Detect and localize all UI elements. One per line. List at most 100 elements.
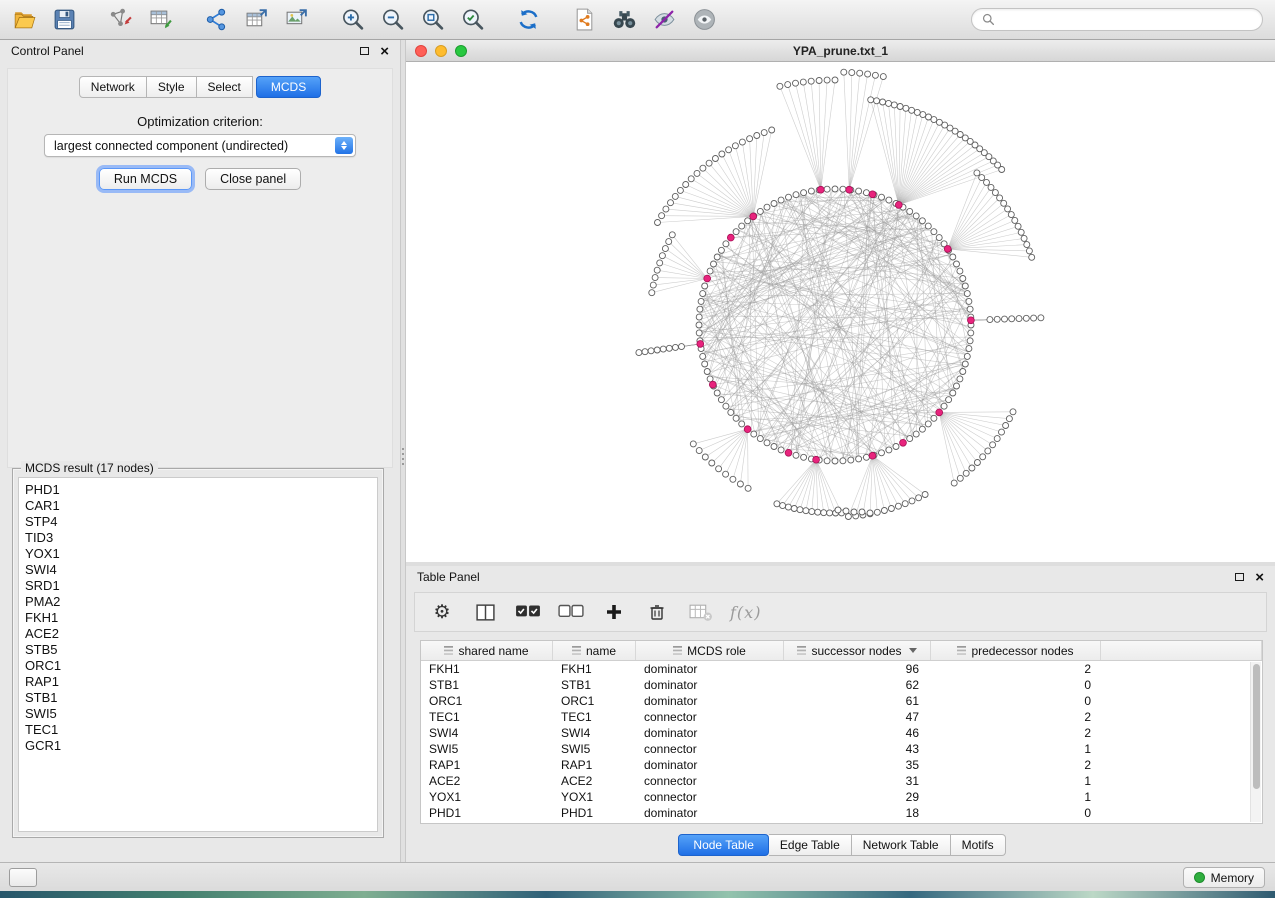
close-panel-icon[interactable]: × (380, 44, 389, 59)
table-row[interactable]: YOX1YOX1connector291 (421, 789, 1262, 805)
zoom-fit-button[interactable] (416, 4, 448, 36)
search-field[interactable] (971, 8, 1263, 31)
table-row[interactable]: STB1STB1dominator620 (421, 677, 1262, 693)
tab-node-table[interactable]: Node Table (678, 834, 769, 856)
column-header-shared-name[interactable]: shared name (421, 641, 553, 660)
run-mcds-button[interactable]: Run MCDS (99, 168, 192, 190)
zoom-selected-button[interactable] (456, 4, 488, 36)
table-scrollbar[interactable] (1250, 662, 1261, 822)
cell: ORC1 (553, 693, 636, 709)
network-canvas[interactable] (406, 62, 1275, 562)
column-header-name[interactable]: name (553, 641, 636, 660)
mcds-result-item[interactable]: SRD1 (25, 578, 371, 594)
tab-network-table[interactable]: Network Table (852, 834, 951, 856)
deselect-all-button[interactable] (558, 600, 584, 624)
mcds-result-item[interactable]: FKH1 (25, 610, 371, 626)
tab-network[interactable]: Network (79, 76, 147, 98)
scrollbar-thumb[interactable] (1253, 664, 1260, 789)
network-titlebar[interactable]: YPA_prune.txt_1 (406, 40, 1275, 62)
export-image-icon (284, 7, 309, 32)
export-image-button[interactable] (280, 4, 312, 36)
mcds-result-item[interactable]: YOX1 (25, 546, 371, 562)
table-row[interactable]: SWI4SWI4dominator462 (421, 725, 1262, 741)
column-header-successor-nodes[interactable]: successor nodes (784, 641, 931, 660)
tab-edge-table[interactable]: Edge Table (769, 834, 852, 856)
tab-select[interactable]: Select (197, 76, 253, 98)
cell-filler (1101, 773, 1262, 789)
share-document-button[interactable] (568, 4, 600, 36)
open-session-button[interactable] (8, 4, 40, 36)
minimize-window-icon[interactable] (435, 45, 447, 57)
cell: dominator (636, 661, 784, 677)
table-row[interactable]: FKH1FKH1dominator962 (421, 661, 1262, 677)
network-graph (406, 62, 1275, 562)
tab-motifs[interactable]: Motifs (951, 834, 1006, 856)
import-table-button[interactable] (144, 4, 176, 36)
add-column-button[interactable] (601, 600, 627, 624)
close-window-icon[interactable] (415, 45, 427, 57)
table-row[interactable]: SWI5SWI5connector431 (421, 741, 1262, 757)
mcds-result-item[interactable]: PMA2 (25, 594, 371, 610)
cell: TEC1 (553, 709, 636, 725)
zoom-selected-icon (460, 7, 485, 32)
memory-label: Memory (1211, 871, 1254, 885)
search-input[interactable] (1001, 13, 1252, 27)
zoom-out-button[interactable] (376, 4, 408, 36)
mcds-result-list[interactable]: PHD1CAR1STP4TID3YOX1SWI4SRD1PMA2FKH1ACE2… (18, 477, 378, 832)
maximize-window-icon[interactable] (455, 45, 467, 57)
tab-style[interactable]: Style (147, 76, 197, 98)
cell: TEC1 (421, 709, 553, 725)
select-all-button[interactable] (515, 600, 541, 624)
mcds-result-item[interactable]: ORC1 (25, 658, 371, 674)
tab-mcds[interactable]: MCDS (256, 76, 321, 98)
show-all-button[interactable] (688, 4, 720, 36)
search-network-button[interactable] (608, 4, 640, 36)
mcds-result-item[interactable]: SWI5 (25, 706, 371, 722)
float-table-panel-icon[interactable] (1235, 573, 1244, 581)
memory-button[interactable]: Memory (1183, 867, 1265, 888)
cell: 0 (931, 805, 1101, 821)
mcds-result-item[interactable]: CAR1 (25, 498, 371, 514)
table-row[interactable]: PHD1PHD1dominator180 (421, 805, 1262, 821)
cell: ACE2 (421, 773, 553, 789)
cell: FKH1 (421, 661, 553, 677)
save-session-button[interactable] (48, 4, 80, 36)
mcds-result-item[interactable]: PHD1 (25, 482, 371, 498)
save-icon (52, 7, 77, 32)
export-network-button[interactable] (200, 4, 232, 36)
column-label: shared name (458, 644, 528, 658)
optimization-criterion-select[interactable]: largest connected component (undirected) (44, 134, 356, 157)
mcds-result-item[interactable]: STB5 (25, 642, 371, 658)
status-menu-button[interactable] (9, 868, 37, 887)
mcds-result-item[interactable]: SWI4 (25, 562, 371, 578)
column-header-mcds-role[interactable]: MCDS role (636, 641, 784, 660)
table-row[interactable]: TEC1TEC1connector472 (421, 709, 1262, 725)
show-column-button[interactable] (472, 600, 498, 624)
mcds-result-item[interactable]: TEC1 (25, 722, 371, 738)
close-panel-button[interactable]: Close panel (205, 168, 301, 190)
refresh-button[interactable] (512, 4, 544, 36)
mcds-result-item[interactable]: RAP1 (25, 674, 371, 690)
column-header-predecessor-nodes[interactable]: predecessor nodes (931, 641, 1101, 660)
cell: 2 (931, 757, 1101, 773)
mcds-result-item[interactable]: GCR1 (25, 738, 371, 754)
mcds-result-item[interactable]: STB1 (25, 690, 371, 706)
mcds-result-item[interactable]: TID3 (25, 530, 371, 546)
mcds-result-item[interactable]: STP4 (25, 514, 371, 530)
delete-table-button (687, 600, 713, 624)
mcds-result-item[interactable]: ACE2 (25, 626, 371, 642)
table-row[interactable]: ACE2ACE2connector311 (421, 773, 1262, 789)
delete-column-button[interactable] (644, 600, 670, 624)
hide-selected-button[interactable] (648, 4, 680, 36)
table-row[interactable]: ORC1ORC1dominator610 (421, 693, 1262, 709)
table-row[interactable]: RAP1RAP1dominator352 (421, 757, 1262, 773)
zoom-in-button[interactable] (336, 4, 368, 36)
cell: RAP1 (553, 757, 636, 773)
close-table-panel-icon[interactable]: × (1255, 570, 1264, 585)
trash-icon (647, 602, 667, 622)
float-panel-icon[interactable] (360, 47, 369, 55)
export-table-button[interactable] (240, 4, 272, 36)
import-network-button[interactable] (104, 4, 136, 36)
gear-icon: ⚙ (433, 603, 450, 622)
table-settings-button[interactable]: ⚙ (429, 600, 455, 624)
